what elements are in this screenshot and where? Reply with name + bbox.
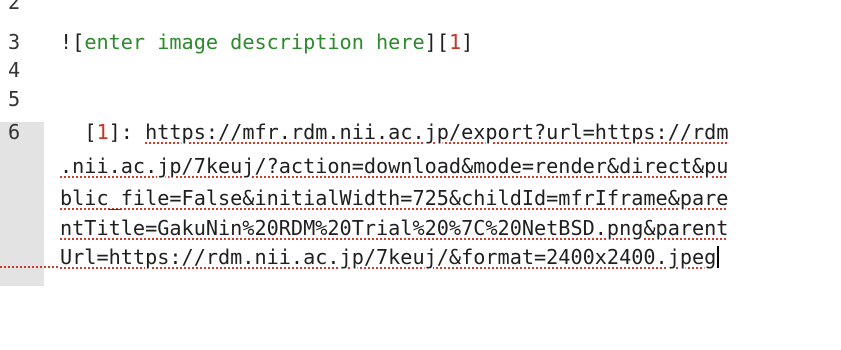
code-line-6-wrap-2[interactable]: .nii.ac.jp/7keuj/?action=download&mode=r… bbox=[60, 154, 728, 178]
line-number-3: 3 bbox=[8, 30, 21, 54]
line-number-gutter: 2 3 4 5 6 bbox=[0, 0, 44, 350]
code-line-6-wrap-3[interactable]: blic_file=False&initialWidth=725&childId… bbox=[60, 186, 728, 210]
reference-url-part-4: ntTitle=GakuNin%20RDM%20Trial%20%7C%20Ne… bbox=[60, 216, 729, 240]
reference-number: 1 bbox=[96, 120, 109, 144]
code-line-3[interactable]: ![enter image description here][1] bbox=[60, 30, 473, 54]
code-line-6[interactable]: [1]: https://mfr.rdm.nii.ac.jp/export?ur… bbox=[60, 120, 728, 144]
text-cursor bbox=[717, 246, 720, 268]
reference-open: [ bbox=[60, 120, 97, 144]
line-number-2: 2 bbox=[8, 0, 21, 14]
reference-url-part-2: .nii.ac.jp/7keuj/?action=download&mode=r… bbox=[60, 154, 729, 178]
code-line-6-wrap-5[interactable]: Url=https://rdm.nii.ac.jp/7keuj/&format=… bbox=[60, 245, 720, 269]
image-reference-number: 1 bbox=[448, 30, 462, 54]
line-number-4: 4 bbox=[8, 58, 21, 82]
code-line-6-wrap-4[interactable]: ntTitle=GakuNin%20RDM%20Trial%20%7C%20Ne… bbox=[60, 216, 728, 240]
text-editor[interactable]: 2 3 4 5 6 ![enter image description here… bbox=[0, 0, 841, 350]
line-number-6: 6 bbox=[8, 120, 21, 144]
active-line-highlight bbox=[0, 122, 44, 286]
image-syntax-open: ![ bbox=[60, 30, 85, 54]
image-syntax-mid: ][ bbox=[424, 30, 449, 54]
spellcheck-underline-margin bbox=[0, 266, 58, 268]
image-syntax-close: ] bbox=[461, 30, 474, 54]
reference-url-part-5: Url=https://rdm.nii.ac.jp/7keuj/&format=… bbox=[60, 245, 717, 269]
reference-url-part-3: blic_file=False&initialWidth=725&childId… bbox=[60, 186, 729, 210]
reference-url-part-1: https://mfr.rdm.nii.ac.jp/export?url=htt… bbox=[145, 120, 729, 144]
image-alt-text: enter image description here bbox=[84, 30, 425, 54]
reference-close: ]: bbox=[108, 120, 146, 144]
line-number-5: 5 bbox=[8, 87, 21, 111]
